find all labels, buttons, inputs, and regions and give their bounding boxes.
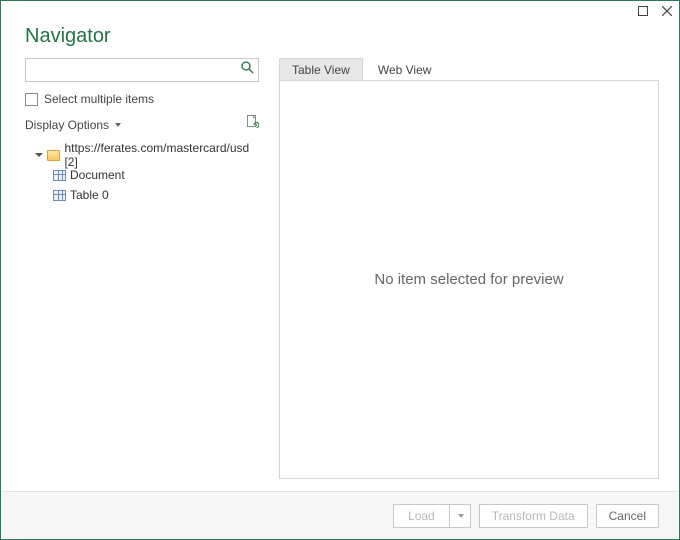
display-options-dropdown[interactable]: Display Options (25, 118, 121, 132)
folder-icon (47, 150, 60, 161)
dialog-title: Navigator (25, 25, 659, 48)
tree-root-node[interactable]: https://ferates.com/mastercard/usd [2] (25, 145, 259, 165)
tab-label: Table View (292, 63, 350, 77)
transform-data-label: Transform Data (492, 509, 575, 523)
preview-tabs: Table View Web View (279, 58, 659, 80)
tab-label: Web View (378, 63, 432, 77)
cancel-button-label: Cancel (609, 509, 646, 523)
refresh-icon[interactable] (245, 114, 259, 135)
tree-item-label: Document (70, 168, 125, 182)
transform-data-button[interactable]: Transform Data (479, 504, 588, 528)
display-options-label: Display Options (25, 118, 109, 132)
tree-item-label: Table 0 (70, 188, 109, 202)
left-panel: Select multiple items Display Options (25, 58, 259, 479)
load-dropdown-button[interactable] (449, 504, 471, 528)
options-row: Display Options (25, 114, 259, 135)
table-icon (53, 170, 66, 181)
load-split-button: Load (393, 504, 471, 528)
source-tree: https://ferates.com/mastercard/usd [2] D… (25, 145, 259, 205)
search-icon[interactable] (241, 61, 254, 79)
dialog-body: Select multiple items Display Options (1, 58, 679, 491)
tab-web-view[interactable]: Web View (365, 58, 445, 80)
tab-table-view[interactable]: Table View (279, 58, 363, 80)
tree-item-table0[interactable]: Table 0 (25, 185, 259, 205)
chevron-down-icon (458, 514, 464, 518)
load-button[interactable]: Load (393, 504, 449, 528)
select-multiple-label: Select multiple items (44, 92, 154, 106)
close-button[interactable] (659, 3, 675, 19)
search-input[interactable] (26, 59, 258, 81)
expand-collapse-icon[interactable] (35, 153, 43, 157)
table-icon (53, 190, 66, 201)
cancel-button[interactable]: Cancel (596, 504, 659, 528)
preview-empty-message: No item selected for preview (374, 271, 563, 288)
window-controls (635, 3, 675, 19)
select-multiple-row[interactable]: Select multiple items (25, 92, 259, 106)
navigator-dialog: Navigator Select multiple items Display … (0, 0, 680, 540)
tree-root-label: https://ferates.com/mastercard/usd [2] (64, 141, 257, 169)
select-multiple-checkbox[interactable] (25, 93, 38, 106)
load-button-label: Load (408, 509, 435, 523)
search-field-wrap (25, 58, 259, 82)
maximize-button[interactable] (635, 3, 651, 19)
preview-pane: No item selected for preview (279, 80, 659, 479)
dialog-header: Navigator (1, 1, 679, 58)
chevron-down-icon (115, 123, 121, 127)
right-panel: Table View Web View No item selected for… (279, 58, 659, 479)
dialog-footer: Load Transform Data Cancel (1, 491, 679, 539)
